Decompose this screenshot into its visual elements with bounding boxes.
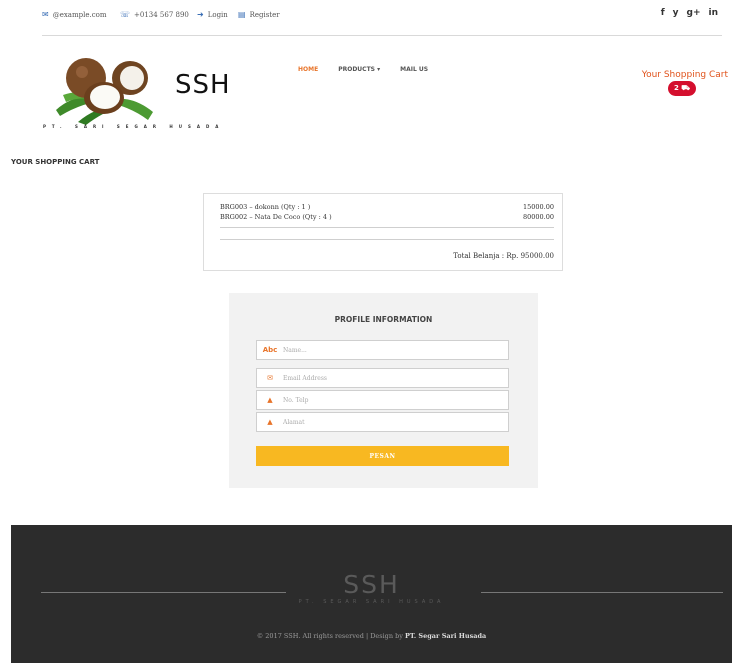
phone-input[interactable] [283, 396, 493, 404]
email-link[interactable]: ✉ @example.com [42, 10, 106, 19]
text-icon: Abc [262, 346, 278, 354]
designer-link[interactable]: PT. Segar Sari Husada [405, 632, 486, 640]
nav-products[interactable]: PRODUCTS ▾ [338, 66, 380, 73]
nav-home[interactable]: HOME [298, 66, 318, 73]
address-input[interactable] [283, 418, 493, 426]
shopping-cart-link[interactable]: Your Shopping Cart [642, 70, 728, 80]
twitter-icon[interactable]: y [673, 8, 679, 18]
cart-divider [220, 239, 554, 240]
email-input[interactable] [283, 374, 493, 382]
instagram-icon[interactable]: in [709, 8, 719, 18]
login-icon: ➜ [197, 10, 204, 19]
address-field[interactable]: ▲ [256, 412, 509, 432]
page-title: YOUR SHOPPING CART [11, 158, 100, 166]
phone-icon: ☏ [120, 10, 131, 19]
brand-subtitle: PT. SARI SEGAR HUSADA [43, 124, 225, 129]
copyright-text: © 2017 SSH. All rights reserved | Design… [256, 632, 403, 640]
cart-summary: BRG003 – dokonn (Qty : 1 ) 15000.00 BRG0… [203, 193, 563, 271]
cart-item-label: BRG003 – dokonn (Qty : 1 ) [220, 203, 311, 211]
brand-title[interactable]: SSH [175, 70, 231, 100]
login-link[interactable]: ➜ Login [197, 10, 228, 19]
coconut-logo-icon[interactable] [48, 50, 163, 125]
footer-brand-subtitle: PT. SEGAR SARI HUSADA [298, 599, 445, 605]
facebook-icon[interactable]: f [661, 8, 665, 18]
phone-link[interactable]: ☏ +0134 567 890 [120, 10, 189, 19]
order-button[interactable]: PESAN [256, 446, 509, 466]
top-divider [42, 35, 722, 36]
envelope-icon: ✉ [267, 374, 273, 382]
cart-item-price: 80000.00 [522, 213, 554, 221]
profile-title: PROFILE INFORMATION [334, 315, 433, 324]
cart-count-badge[interactable]: 2 ⛟ [668, 81, 696, 96]
register-icon: ▤ [238, 10, 246, 19]
email-field[interactable]: ✉ [256, 368, 509, 388]
footer: SSH PT. SEGAR SARI HUSADA © 2017 SSH. Al… [11, 525, 732, 663]
cart-divider [220, 227, 554, 228]
phone-field[interactable]: ▲ [256, 390, 509, 410]
name-field[interactable]: Abc [256, 340, 509, 360]
social-links: f y g+ in [661, 8, 718, 18]
top-bar: ✉ @example.com ☏ +0134 567 890 ➜ Login ▤… [42, 8, 722, 22]
user-icon: ▲ [267, 396, 273, 404]
cart-total: Total Belanja : Rp. 95000.00 [453, 252, 554, 260]
google-plus-icon[interactable]: g+ [687, 8, 701, 18]
register-link[interactable]: ▤ Register [238, 10, 280, 19]
name-input[interactable] [283, 346, 493, 354]
cart-item: BRG003 – dokonn (Qty : 1 ) 15000.00 [220, 203, 554, 211]
user-icon: ▲ [267, 418, 273, 426]
footer-brand: SSH [343, 570, 400, 599]
cart-item-price: 15000.00 [522, 203, 554, 211]
profile-form: PROFILE INFORMATION Abc ✉ ▲ ▲ PESAN [229, 293, 538, 488]
cart-item-label: BRG002 – Nata De Coco (Qty : 4 ) [220, 213, 332, 221]
envelope-icon: ✉ [42, 10, 49, 19]
nav-mail-us[interactable]: MAIL US [400, 66, 428, 73]
cart-item: BRG002 – Nata De Coco (Qty : 4 ) 80000.0… [220, 213, 554, 221]
footer-copyright: © 2017 SSH. All rights reserved | Design… [11, 632, 732, 640]
main-nav: HOME PRODUCTS ▾ MAIL US [298, 66, 428, 73]
